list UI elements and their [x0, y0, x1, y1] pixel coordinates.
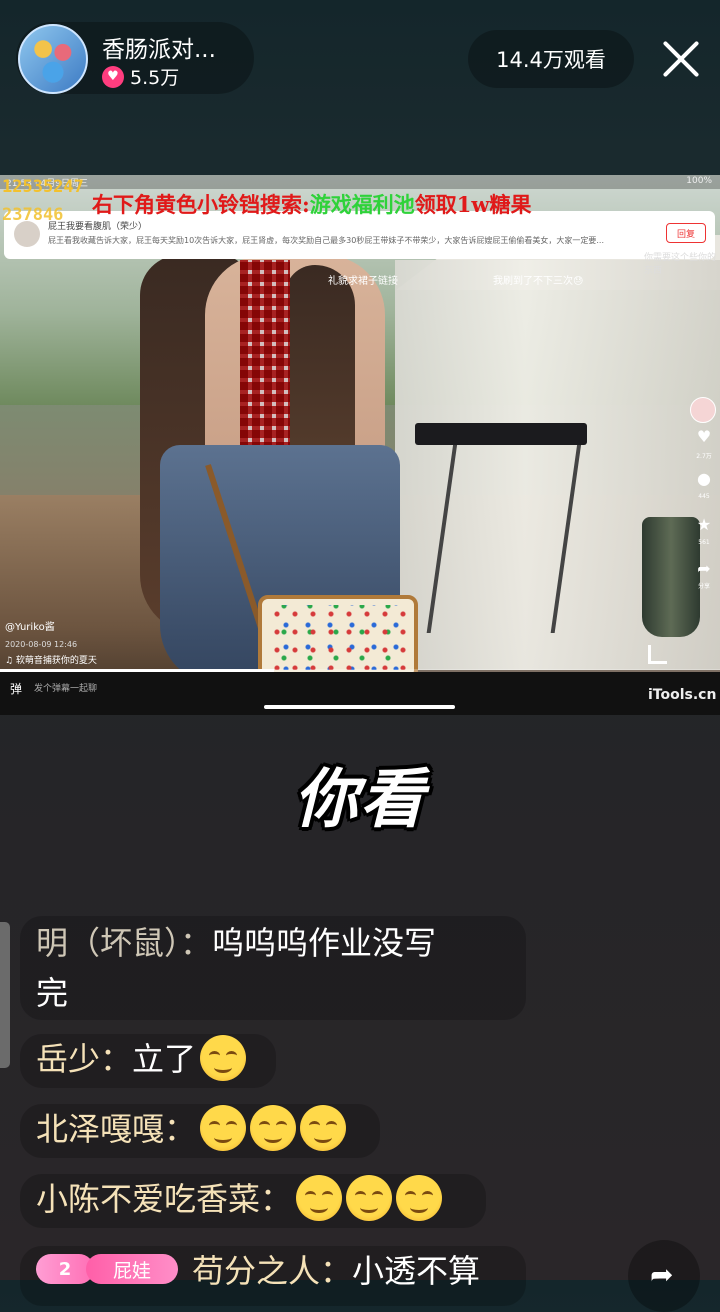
- chat-username: 小陈不爱吃香菜：: [36, 1180, 293, 1218]
- watermark: iTools.cn: [648, 687, 717, 703]
- chat-username: 北泽嘎嘎：: [36, 1110, 197, 1148]
- viewer-count-button[interactable]: 14.4万观看: [468, 30, 634, 88]
- chat-username: 明（坏鼠）：: [36, 924, 213, 962]
- promo-text-green: 游戏福利池: [309, 192, 415, 217]
- smirk-emoji-icon: [200, 1035, 247, 1081]
- chat-username: 岳少：: [36, 1040, 133, 1078]
- rail-comment-count: 445: [698, 493, 710, 500]
- video-danmu-corner: 你需要这个些你的东西: [644, 253, 717, 276]
- rail-fav-count: 561: [698, 539, 710, 546]
- video-music: ♫ 软萌音捕获你的夏天: [5, 656, 97, 666]
- chat-message: 北泽嘎嘎：: [20, 1104, 380, 1158]
- host-name[interactable]: 香肠派对...: [102, 30, 216, 64]
- rail-like-count: 2.7万: [696, 453, 712, 460]
- counter-overlay-1: 12535247: [2, 177, 84, 197]
- smirk-emoji-icon: [346, 1175, 393, 1221]
- chat-message: 明（坏鼠）：呜呜呜作业没写 完: [20, 916, 526, 1020]
- comment-reply-button: 回复: [666, 223, 706, 243]
- chat-text: 呜呜呜作业没写: [212, 924, 437, 962]
- video-scene-bag: [258, 595, 418, 680]
- smirk-emoji-icon: [300, 1105, 347, 1151]
- fullscreen-icon: [648, 645, 667, 664]
- close-icon[interactable]: [660, 38, 702, 80]
- embedded-battery: 100%: [686, 176, 712, 186]
- chat-text: 立了: [132, 1040, 197, 1078]
- likes-count: 5.5万: [130, 67, 180, 89]
- video-danmu-right: 我刷到了不下三次😓: [493, 276, 584, 287]
- chat-text: 小透不算: [352, 1252, 481, 1290]
- smirk-emoji-icon: [200, 1105, 247, 1151]
- video-scene-scarf: [240, 260, 290, 450]
- subtitle-caption: 你看: [294, 763, 426, 837]
- embedded-status-bar: [0, 175, 720, 189]
- chat-scroll-handle[interactable]: [0, 922, 10, 1068]
- promo-text-red: 右下角黄色小铃铛搜索:: [92, 192, 310, 217]
- chat-message: 岳少：立了: [20, 1034, 276, 1088]
- rail-share-label: 分享: [697, 583, 710, 590]
- share-icon: ➦: [697, 559, 711, 578]
- video-scene-keyboard: [415, 423, 587, 445]
- comment-icon: ●: [697, 469, 711, 488]
- heart-icon: ♥: [102, 65, 124, 88]
- star-icon: ★: [696, 515, 712, 534]
- video-scene-keyboard-stand: [426, 443, 582, 633]
- chat-username: 苟分之人：: [192, 1252, 353, 1290]
- promo-banner: 右下角黄色小铃铛搜索:游戏福利池领取1w糖果: [92, 189, 531, 219]
- embedded-home-indicator: [264, 705, 455, 709]
- chat-text-wrap: 完: [36, 974, 69, 1012]
- comment-body: 屁王看我收藏告诉大家，屁王每天奖励10次告诉大家，屁王肾虚，每次奖励自己最多30…: [48, 236, 604, 245]
- danmu-icon: 弹: [10, 682, 23, 696]
- video-author: @Yuriko酱: [5, 622, 55, 633]
- host-likes: ♥ 5.5万: [102, 63, 179, 90]
- share-icon: ➦: [650, 1258, 674, 1291]
- video-player[interactable]: 21:53 · 4月9日周三 100% 屁王我要看腹肌（荣少） 屁王看我收藏告诉…: [0, 175, 720, 715]
- smirk-emoji-icon: [296, 1175, 343, 1221]
- rail-avatar: [690, 397, 716, 423]
- chat-message: 小陈不爱吃香菜：: [20, 1174, 486, 1228]
- video-danmu-left: 礼貌求裙子链接: [328, 276, 398, 287]
- smirk-emoji-icon: [250, 1105, 297, 1151]
- video-date: 2020-08-09 12:46: [5, 640, 78, 649]
- host-avatar[interactable]: [18, 24, 88, 94]
- heart-icon: ♥: [696, 427, 712, 446]
- danmu-placeholder: 发个弹幕一起聊: [34, 684, 98, 694]
- promo-text-red-2: 领取1w糖果: [414, 192, 532, 217]
- smirk-emoji-icon: [396, 1175, 443, 1221]
- counter-overlay-2: 237846: [2, 205, 64, 225]
